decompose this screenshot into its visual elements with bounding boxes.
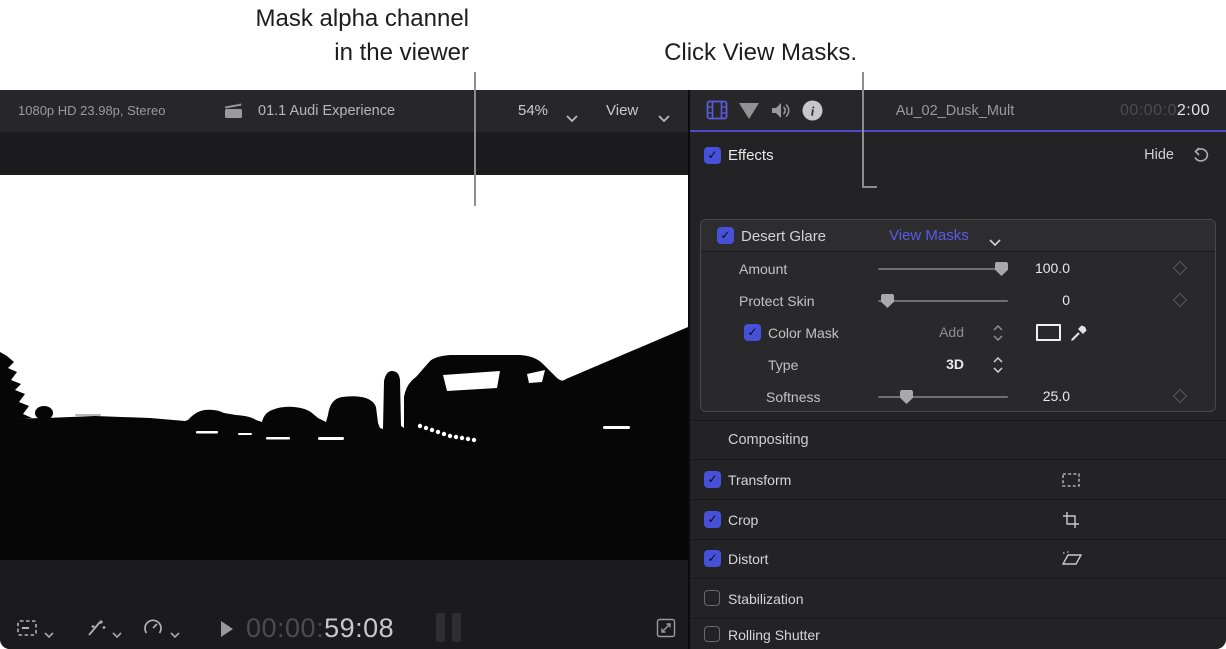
clapper-icon <box>224 101 244 124</box>
viewer-annotation-text: Mask alpha channel in the viewer <box>255 5 469 66</box>
chevron-down-icon[interactable] <box>112 625 122 643</box>
amount-value[interactable]: 100.0 <box>1035 260 1070 276</box>
viewer-project-title: 01.1 Audi Experience <box>258 103 396 119</box>
color-mask-swatch[interactable] <box>1036 324 1061 341</box>
amount-slider-handle[interactable] <box>995 262 1008 276</box>
fullscreen-expand-icon[interactable] <box>656 618 676 643</box>
inspector-clip-name: Au_02_Dusk_Mult <box>895 103 1015 119</box>
callout-line-view-masks-hook <box>862 186 877 188</box>
reset-undo-icon[interactable] <box>1192 147 1210 168</box>
enhancements-wand-icon[interactable] <box>84 618 108 643</box>
chevron-down-icon[interactable] <box>658 109 670 127</box>
effects-section-label: Effects <box>728 147 774 164</box>
softness-slider[interactable] <box>878 390 1008 404</box>
amount-label: Amount <box>739 261 788 277</box>
protect-skin-param-row: Protect Skin 0 <box>701 285 1215 317</box>
transform-row: ✓ Transform <box>690 459 1226 499</box>
crop-label: Crop <box>728 512 759 528</box>
viewer-timecode[interactable]: 00:00:59:08 <box>246 613 394 644</box>
type-value[interactable]: 3D <box>946 356 964 372</box>
viewer-view-menu[interactable]: View <box>606 90 638 132</box>
audio-meter-right <box>452 613 461 642</box>
distort-row: ✓ Distort <box>690 539 1226 578</box>
viewer-toolbar: 1080p HD 23.98p, Stereo 01.1 Audi Experi… <box>0 90 688 132</box>
viewer-panel: 1080p HD 23.98p, Stereo 01.1 Audi Experi… <box>0 90 688 649</box>
play-icon[interactable] <box>220 621 234 642</box>
chevron-down-icon[interactable] <box>566 109 578 127</box>
color-mask-label: Color Mask <box>768 325 839 341</box>
retime-icon[interactable] <box>142 618 164 643</box>
inspector-body: ✓ Effects Hide ✓ Desert Glare View Masks <box>690 134 1226 649</box>
softness-label: Softness <box>766 389 821 405</box>
app-window: 1080p HD 23.98p, Stereo 01.1 Audi Experi… <box>0 90 1226 649</box>
callout-line-viewer <box>474 72 476 206</box>
info-inspector-tab-icon[interactable]: i <box>802 100 823 126</box>
protect-skin-slider-handle[interactable] <box>881 294 894 308</box>
callout-line-view-masks <box>862 72 864 188</box>
crop-checkbox[interactable]: ✓ <box>704 511 721 528</box>
protect-skin-slider[interactable] <box>878 294 1008 308</box>
rolling-shutter-label: Rolling Shutter <box>728 627 820 643</box>
audio-inspector-tab-icon[interactable] <box>770 101 792 125</box>
transform-label: Transform <box>728 472 792 488</box>
viewer-zoom-menu[interactable]: 54% <box>518 90 548 132</box>
type-param-row: Type 3D <box>701 349 1215 381</box>
color-inspector-tab-icon[interactable] <box>738 102 760 125</box>
stabilization-checkbox[interactable] <box>704 590 720 606</box>
color-mask-checkbox[interactable]: ✓ <box>744 324 761 341</box>
compositing-label: Compositing <box>728 432 809 448</box>
distort-icon[interactable] <box>1061 551 1083 572</box>
amount-param-row: Amount 100.0 <box>701 253 1215 285</box>
protect-skin-label: Protect Skin <box>739 293 815 309</box>
transform-icon[interactable] <box>1061 472 1081 493</box>
protect-skin-value[interactable]: 0 <box>1062 292 1070 308</box>
keyframe-diamond-icon[interactable] <box>1172 292 1188 308</box>
distort-checkbox[interactable]: ✓ <box>704 550 721 567</box>
inspector-timecode: 00:00:02:00 <box>1119 102 1210 119</box>
view-masks-link[interactable]: View Masks <box>889 227 969 244</box>
rolling-shutter-checkbox[interactable] <box>704 626 720 642</box>
desert-glare-checkbox[interactable]: ✓ <box>717 227 734 244</box>
transform-checkbox[interactable]: ✓ <box>704 471 721 488</box>
inspector-annotation-text: Click View Masks. <box>664 39 857 66</box>
stepper-chevrons-icon[interactable] <box>993 356 1003 378</box>
viewer-format-info: 1080p HD 23.98p, Stereo <box>18 103 166 118</box>
desert-glare-title-row[interactable]: ✓ Desert Glare View Masks <box>701 220 1215 252</box>
stabilization-label: Stabilization <box>728 591 804 607</box>
desert-glare-effect-name: Desert Glare <box>741 228 827 245</box>
crop-row: ✓ Crop <box>690 499 1226 539</box>
stepper-chevrons-icon[interactable] <box>993 324 1003 346</box>
inspector-panel: i Au_02_Dusk_Mult 00:00:02:00 ✓ Effects … <box>690 90 1226 649</box>
desert-glare-effect-group: ✓ Desert Glare View Masks Amount 100.0 P… <box>700 219 1216 412</box>
type-label: Type <box>768 357 799 373</box>
chevron-down-icon[interactable] <box>989 233 1001 251</box>
softness-slider-handle[interactable] <box>900 390 913 404</box>
eyedropper-icon[interactable] <box>1069 323 1089 348</box>
keyframe-diamond-icon[interactable] <box>1172 388 1188 404</box>
range-selection-tool-icon[interactable] <box>16 618 40 643</box>
svg-text:i: i <box>811 104 815 119</box>
amount-slider[interactable] <box>878 262 1008 276</box>
keyframe-diamond-icon[interactable] <box>1172 260 1188 276</box>
softness-param-row: Softness 25.0 <box>701 381 1215 413</box>
audio-meter-left <box>436 613 445 642</box>
chevron-down-icon[interactable] <box>44 625 54 643</box>
chevron-down-icon[interactable] <box>170 625 180 643</box>
stabilization-row: Stabilization <box>690 578 1226 618</box>
viewer-bottom-toolbar: 00:00:59:08 <box>0 610 688 649</box>
viewer-canvas-mask-image[interactable] <box>0 175 688 560</box>
effects-checkbox[interactable]: ✓ <box>704 147 721 164</box>
softness-value[interactable]: 25.0 <box>1043 388 1070 404</box>
color-mask-param-row: ✓ Color Mask Add <box>701 317 1215 349</box>
inspector-header: i Au_02_Dusk_Mult 00:00:02:00 <box>690 90 1226 132</box>
distort-label: Distort <box>728 551 769 567</box>
effects-section-row: ✓ Effects Hide <box>690 134 1226 177</box>
crop-icon[interactable] <box>1062 511 1080 534</box>
rolling-shutter-row: Rolling Shutter <box>690 618 1226 649</box>
compositing-section-row: Compositing <box>690 420 1226 459</box>
hide-effects-button[interactable]: Hide <box>1144 134 1174 177</box>
color-mask-blend-value[interactable]: Add <box>939 324 964 340</box>
video-inspector-tab-icon[interactable] <box>706 100 728 125</box>
